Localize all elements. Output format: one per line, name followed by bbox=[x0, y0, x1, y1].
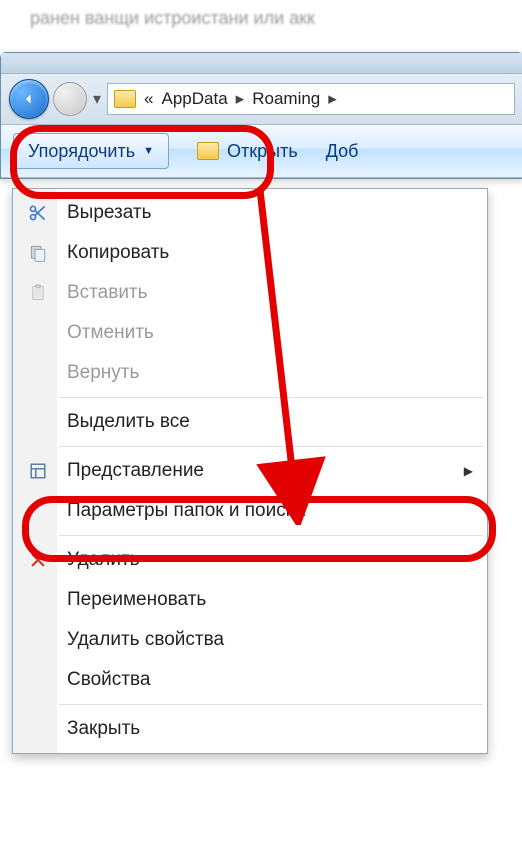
folder-open-icon bbox=[197, 142, 219, 160]
menu-select-all[interactable]: Выделить все bbox=[15, 402, 485, 442]
copy-icon bbox=[25, 240, 51, 266]
window-titlebar bbox=[1, 53, 522, 74]
menu-label: Отменить bbox=[67, 322, 154, 344]
folder-icon bbox=[114, 90, 136, 108]
organize-context-menu: Вырезать Копировать Вставить Отменить Ве… bbox=[12, 188, 488, 754]
menu-rename[interactable]: Переименовать bbox=[15, 580, 485, 620]
menu-properties[interactable]: Свойства bbox=[15, 660, 485, 700]
menu-paste: Вставить bbox=[15, 273, 485, 313]
recent-dropdown-icon[interactable]: ▾ bbox=[93, 89, 101, 109]
add-button-truncated[interactable]: Доб bbox=[326, 141, 359, 162]
explorer-window: ▾ « AppData ▸ Roaming ▸ Упорядочить ▼ От… bbox=[0, 52, 522, 179]
menu-label: Вырезать bbox=[67, 202, 152, 224]
open-button[interactable]: Открыть bbox=[197, 141, 298, 162]
menu-close[interactable]: Закрыть bbox=[15, 709, 485, 749]
menu-undo: Отменить bbox=[15, 313, 485, 353]
menu-divider bbox=[59, 535, 483, 536]
delete-icon bbox=[25, 547, 51, 573]
breadcrumb-segment[interactable]: AppData bbox=[162, 89, 228, 109]
menu-label: Представление bbox=[67, 460, 204, 482]
menu-label: Закрыть bbox=[67, 718, 140, 740]
back-button[interactable] bbox=[9, 79, 49, 119]
chevron-right-icon: ▶ bbox=[464, 464, 473, 478]
chevron-down-icon: ▼ bbox=[143, 145, 154, 157]
menu-label: Копировать bbox=[67, 242, 169, 264]
menu-delete[interactable]: Удалить bbox=[15, 540, 485, 580]
menu-cut[interactable]: Вырезать bbox=[15, 193, 485, 233]
menu-label: Удалить bbox=[67, 549, 140, 571]
menu-copy[interactable]: Копировать bbox=[15, 233, 485, 273]
command-bar: Упорядочить ▼ Открыть Доб bbox=[1, 125, 522, 178]
menu-divider bbox=[59, 704, 483, 705]
forward-button[interactable] bbox=[53, 82, 87, 116]
layout-icon bbox=[25, 458, 51, 484]
menu-label: Вставить bbox=[67, 282, 148, 304]
chevron-right-icon: ▸ bbox=[236, 89, 245, 109]
organize-label: Упорядочить bbox=[28, 141, 135, 162]
arrow-left-icon bbox=[20, 90, 38, 108]
menu-label: Вернуть bbox=[67, 362, 139, 384]
menu-label: Удалить свойства bbox=[67, 629, 224, 651]
open-label: Открыть bbox=[227, 141, 298, 162]
menu-label: Параметры папок и поиска bbox=[67, 500, 305, 522]
clipboard-icon bbox=[25, 280, 51, 306]
organize-button[interactable]: Упорядочить ▼ bbox=[13, 133, 169, 169]
chevron-right-icon: ▸ bbox=[328, 89, 337, 109]
navigation-bar: ▾ « AppData ▸ Roaming ▸ bbox=[1, 74, 522, 125]
menu-layout[interactable]: Представление ▶ bbox=[15, 451, 485, 491]
menu-divider bbox=[59, 446, 483, 447]
breadcrumb-prefix: « bbox=[144, 89, 153, 109]
menu-label: Свойства bbox=[67, 669, 150, 691]
scissors-icon bbox=[25, 200, 51, 226]
menu-label: Выделить все bbox=[67, 411, 190, 433]
menu-remove-properties[interactable]: Удалить свойства bbox=[15, 620, 485, 660]
menu-redo: Вернуть bbox=[15, 353, 485, 393]
address-bar[interactable]: « AppData ▸ Roaming ▸ bbox=[107, 83, 515, 115]
menu-folder-options[interactable]: Параметры папок и поиска bbox=[15, 491, 485, 531]
background-blur-text: ранен ванщи истроистани или акк bbox=[30, 8, 315, 29]
menu-label: Переименовать bbox=[67, 589, 206, 611]
breadcrumb-segment[interactable]: Roaming bbox=[252, 89, 320, 109]
menu-divider bbox=[59, 397, 483, 398]
